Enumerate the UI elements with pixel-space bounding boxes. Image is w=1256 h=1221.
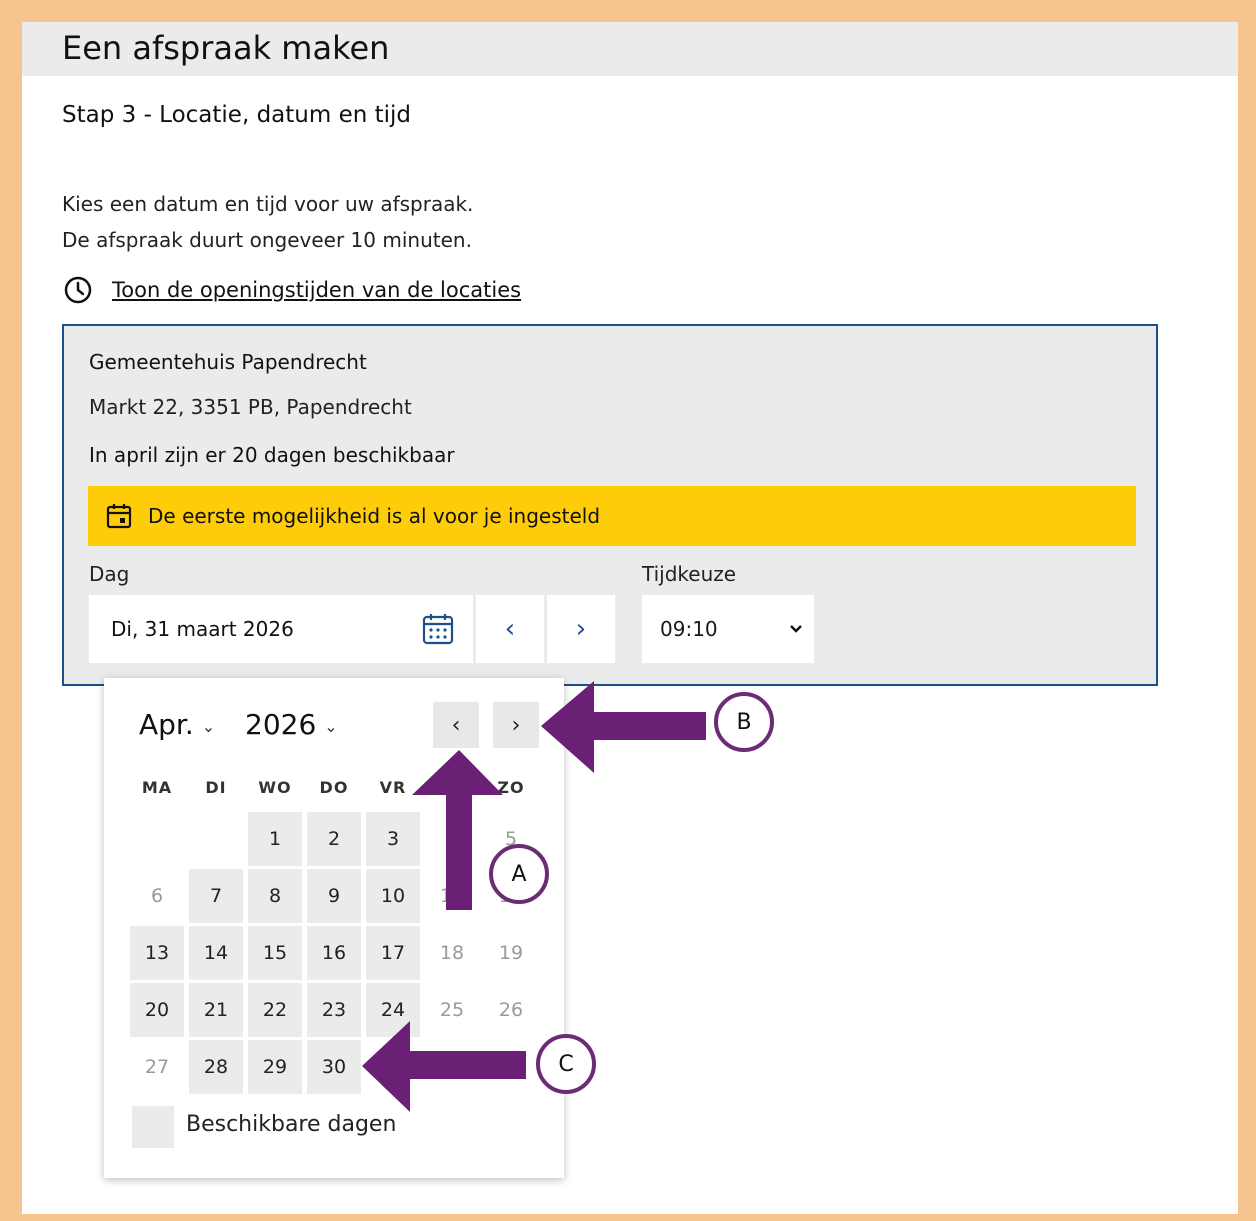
day-label: Dag	[89, 562, 130, 586]
clock-icon	[64, 276, 92, 304]
calendar-icon[interactable]	[421, 612, 455, 646]
weekday-di: DI	[205, 778, 227, 797]
calendar-day-available[interactable]: 8	[248, 869, 302, 923]
annotation-label-b: B	[714, 692, 774, 752]
calendar-day-available[interactable]: 17	[366, 926, 420, 980]
step-title: Stap 3 - Locatie, datum en tijd	[62, 102, 412, 128]
opening-hours-link-row: Toon de openingstijden van de locaties	[62, 274, 521, 306]
weekday-ma: MA	[141, 778, 173, 797]
weekday-wo: WO	[258, 778, 292, 797]
calendar-day-available[interactable]: 7	[189, 869, 243, 923]
weekday-za: ZA	[439, 778, 465, 797]
page: Een afspraak maken Stap 3 - Locatie, dat…	[22, 22, 1238, 1214]
year-select[interactable]: 2026 ⌄	[245, 708, 338, 741]
weekday-do: DO	[319, 778, 349, 797]
calendar-day-available[interactable]: 14	[189, 926, 243, 980]
time-label: Tijdkeuze	[642, 562, 737, 586]
location-card: Gemeentehuis Papendrecht Markt 22, 3351 …	[62, 324, 1158, 686]
location-address: Markt 22, 3351 PB, Papendrecht	[89, 395, 412, 419]
calendar-day-unavailable: 4	[445, 828, 459, 850]
calendar-event-icon	[106, 504, 132, 529]
calendar-day-available[interactable]: 24	[366, 983, 420, 1037]
calendar-day-available[interactable]: 3	[366, 812, 420, 866]
intro-line-2: De afspraak duurt ongeveer 10 minuten.	[62, 228, 472, 252]
date-input[interactable]: Di, 31 maart 2026	[89, 595, 473, 663]
calendar-day-unavailable: 19	[498, 942, 524, 964]
calendar-day-available[interactable]: 9	[307, 869, 361, 923]
year-value: 2026	[245, 708, 317, 741]
previous-day-button[interactable]: ‹	[476, 595, 544, 663]
time-select[interactable]: 09:10	[642, 595, 814, 663]
time-value: 09:10	[660, 617, 718, 641]
notice-text: De eerste mogelijkheid is al voor je ing…	[148, 504, 601, 528]
chevron-down-icon	[790, 625, 802, 633]
intro-line-1: Kies een datum en tijd voor uw afspraak.	[62, 192, 474, 216]
calendar-day-available[interactable]: 20	[130, 983, 184, 1037]
calendar-day-unavailable: 18	[439, 942, 465, 964]
opening-hours-link[interactable]: Toon de openingstijden van de locaties	[112, 278, 521, 302]
calendar-day-unavailable: 11	[439, 885, 465, 907]
date-value: Di, 31 maart 2026	[111, 617, 294, 641]
datepicker-popup: Apr. ⌄ 2026 ⌄ ‹ › MA DI WO DO VR ZA ZO 123456789…	[104, 678, 564, 1178]
legend-swatch	[132, 1106, 174, 1148]
month-value: Apr.	[139, 708, 194, 741]
next-day-button[interactable]: ›	[547, 595, 615, 663]
header-bar: Een afspraak maken	[22, 22, 1238, 76]
calendar-day-available[interactable]: 21	[189, 983, 243, 1037]
chevron-down-icon: ⌄	[201, 716, 216, 736]
next-month-button[interactable]: ›	[493, 702, 539, 748]
chevron-right-icon: ›	[575, 614, 587, 644]
page-title: Een afspraak maken	[62, 29, 390, 67]
weekday-vr: VR	[379, 778, 407, 797]
location-name: Gemeentehuis Papendrecht	[89, 350, 367, 374]
calendar-day-available[interactable]: 1	[248, 812, 302, 866]
calendar-day-available[interactable]: 10	[366, 869, 420, 923]
calendar-day-available[interactable]: 29	[248, 1040, 302, 1094]
weekday-zo: ZO	[497, 778, 525, 797]
calendar-day-unavailable: 25	[439, 999, 465, 1021]
calendar-day-unavailable: 6	[150, 885, 164, 907]
availability-text: In april zijn er 20 dagen beschikbaar	[89, 443, 455, 467]
intro-text: Kies een datum en tijd voor uw afspraak.…	[62, 186, 473, 258]
calendar-day-available[interactable]: 2	[307, 812, 361, 866]
chevron-left-icon: ‹	[451, 712, 461, 738]
first-available-notice: De eerste mogelijkheid is al voor je ing…	[88, 486, 1136, 546]
chevron-down-icon: ⌄	[324, 716, 338, 736]
legend-label: Beschikbare dagen	[186, 1112, 397, 1137]
calendar-day-available[interactable]: 28	[189, 1040, 243, 1094]
month-select[interactable]: Apr. ⌄	[139, 708, 215, 741]
chevron-right-icon: ›	[511, 712, 521, 738]
annotation-label-c: C	[536, 1034, 596, 1094]
calendar-day-available[interactable]: 23	[307, 983, 361, 1037]
chevron-left-icon: ‹	[504, 614, 516, 644]
calendar-day-unavailable: 27	[144, 1056, 170, 1078]
annotation-label-a: A	[489, 844, 549, 904]
previous-month-button[interactable]: ‹	[433, 702, 479, 748]
calendar-day-available[interactable]: 30	[307, 1040, 361, 1094]
calendar-day-available[interactable]: 22	[248, 983, 302, 1037]
calendar-day-unavailable: 26	[498, 999, 524, 1021]
calendar-day-available[interactable]: 15	[248, 926, 302, 980]
calendar-day-available[interactable]: 16	[307, 926, 361, 980]
calendar-day-available[interactable]: 13	[130, 926, 184, 980]
